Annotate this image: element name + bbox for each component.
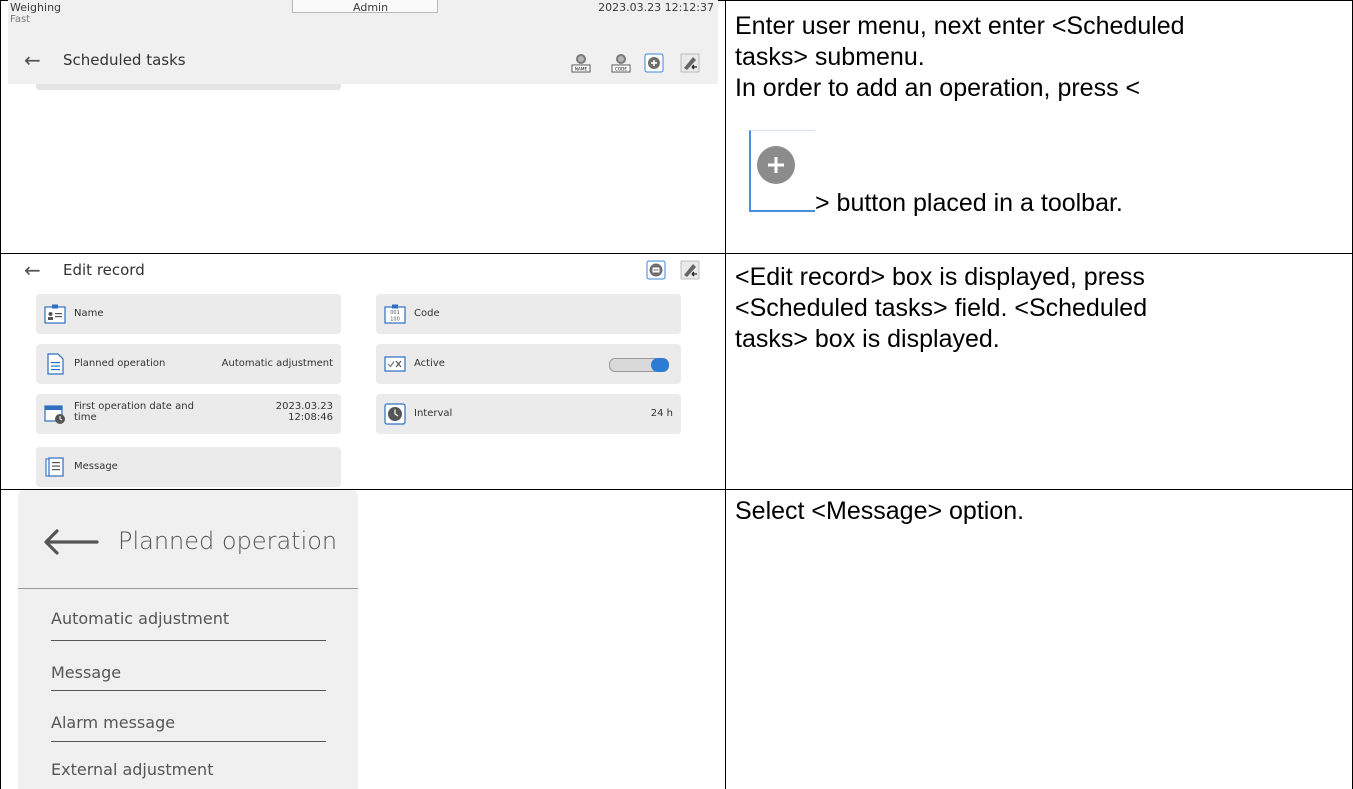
planned-operation-header: Planned operation (18, 490, 358, 589)
message-field-label: Message (74, 461, 118, 472)
mode-label: Weighing (10, 1, 62, 14)
code-icon-text: CODE (615, 67, 627, 72)
first-operation-field[interactable]: First operation date and time 2023.03.23… (36, 394, 341, 434)
row1-instruction: Enter user menu, next enter <Scheduled t… (735, 11, 1185, 104)
checkmark-cross-icon (384, 356, 406, 372)
print-icon[interactable] (646, 260, 666, 280)
first-operation-label: First operation date and time (74, 401, 194, 423)
code-icon: 001 100 (384, 304, 406, 324)
row1-instruction-line2: tasks> submenu. (735, 43, 925, 71)
active-field[interactable]: Active (376, 344, 681, 384)
scheduled-tasks-screen: Weighing Fast Admin 2023.03.23 12:12:37 … (8, 0, 718, 248)
code-field-label: Code (414, 308, 440, 319)
table-column-divider (725, 0, 726, 789)
option-alarm-message[interactable]: Alarm message (51, 713, 326, 732)
name-field-label: Name (74, 308, 104, 319)
planned-operation-value: Automatic adjustment (221, 358, 333, 369)
interval-label: Interval (414, 408, 453, 419)
table-row-divider-1 (0, 253, 1353, 254)
first-operation-date: 2023.03.23 (275, 401, 333, 412)
code-icon-text-top: 001 (390, 310, 400, 316)
row3-instruction-line1: Select <Message> option. (735, 497, 1025, 525)
message-icon (45, 457, 64, 477)
active-toggle-knob (651, 358, 669, 372)
name-search-icon[interactable]: NAME (571, 53, 591, 73)
task-list-strip (36, 84, 341, 90)
first-operation-value: 2023.03.23 12:08:46 (276, 401, 333, 423)
planned-operation-title: Planned operation (118, 527, 338, 555)
interval-field[interactable]: Interval 24 h (376, 394, 681, 434)
add-icon[interactable] (644, 53, 664, 73)
datetime-label: 2023.03.23 12:12:37 (598, 1, 714, 14)
edit-icon[interactable] (680, 260, 700, 280)
edit-icon[interactable] (680, 53, 700, 73)
back-arrow-icon[interactable]: ← (24, 258, 41, 282)
instruction-table: Weighing Fast Admin 2023.03.23 12:12:37 … (0, 0, 1353, 789)
clock-icon (384, 403, 406, 425)
user-label: Admin (353, 1, 389, 14)
row2-instruction: <Edit record> box is displayed, press <S… (735, 262, 1147, 355)
row1-instruction-line1: Enter user menu, next enter <Scheduled (735, 12, 1185, 40)
option-divider (51, 690, 326, 691)
document-icon (47, 353, 64, 375)
calendar-clock-icon (44, 405, 65, 424)
name-icon-text: NAME (575, 67, 588, 72)
plus-circle-icon (757, 146, 795, 184)
message-field[interactable]: Message (36, 447, 341, 487)
interval-value: 24 h (650, 408, 673, 419)
option-external-adjustment[interactable]: External adjustment (51, 760, 326, 779)
planned-operation-label: Planned operation (74, 358, 166, 369)
add-button-illustration (749, 130, 815, 212)
first-operation-label-line2: time (74, 412, 97, 423)
code-field[interactable]: 001 100 Code (376, 294, 681, 334)
active-toggle[interactable] (609, 358, 669, 372)
scheduled-tasks-header: ← Scheduled tasks NAME CODE (8, 40, 718, 84)
row3-instruction: Select <Message> option. (735, 496, 1024, 527)
planned-operation-field[interactable]: Planned operation Automatic adjustment (36, 344, 341, 384)
option-automatic-adjustment[interactable]: Automatic adjustment (51, 609, 326, 628)
first-operation-label-line1: First operation date and (74, 401, 194, 412)
active-field-label: Active (414, 358, 445, 369)
row1-instruction-line4: > button placed in a toolbar. (815, 189, 1123, 217)
page-title: Scheduled tasks (63, 51, 186, 69)
id-card-icon (44, 304, 66, 324)
first-operation-time: 12:08:46 (288, 412, 333, 423)
row2-instruction-line3: tasks> box is displayed. (735, 325, 1000, 353)
option-divider (51, 741, 326, 742)
table-border-left (0, 0, 1, 789)
name-field[interactable]: Name (36, 294, 341, 334)
option-divider (51, 640, 326, 641)
status-bar: Weighing Fast Admin 2023.03.23 12:12:37 (8, 0, 718, 40)
back-arrow-icon[interactable] (43, 529, 99, 555)
row2-instruction-line2: <Scheduled tasks> field. <Scheduled (735, 294, 1148, 322)
row1-instruction-line3: In order to add an operation, press < (735, 74, 1141, 102)
sub-mode-label: Fast (10, 14, 31, 25)
planned-operation-screen: Planned operation Automatic adjustment M… (18, 490, 358, 789)
row2-instruction-line1: <Edit record> box is displayed, press (735, 263, 1145, 291)
page-title: Edit record (63, 261, 145, 279)
edit-record-header: ← Edit record (8, 257, 718, 287)
edit-record-screen: ← Edit record Name 001 100 Code Planned … (8, 257, 718, 489)
code-search-icon[interactable]: CODE (611, 53, 631, 73)
back-arrow-icon[interactable]: ← (24, 48, 41, 72)
code-icon-text-bottom: 100 (390, 317, 400, 323)
option-message[interactable]: Message (51, 663, 326, 682)
